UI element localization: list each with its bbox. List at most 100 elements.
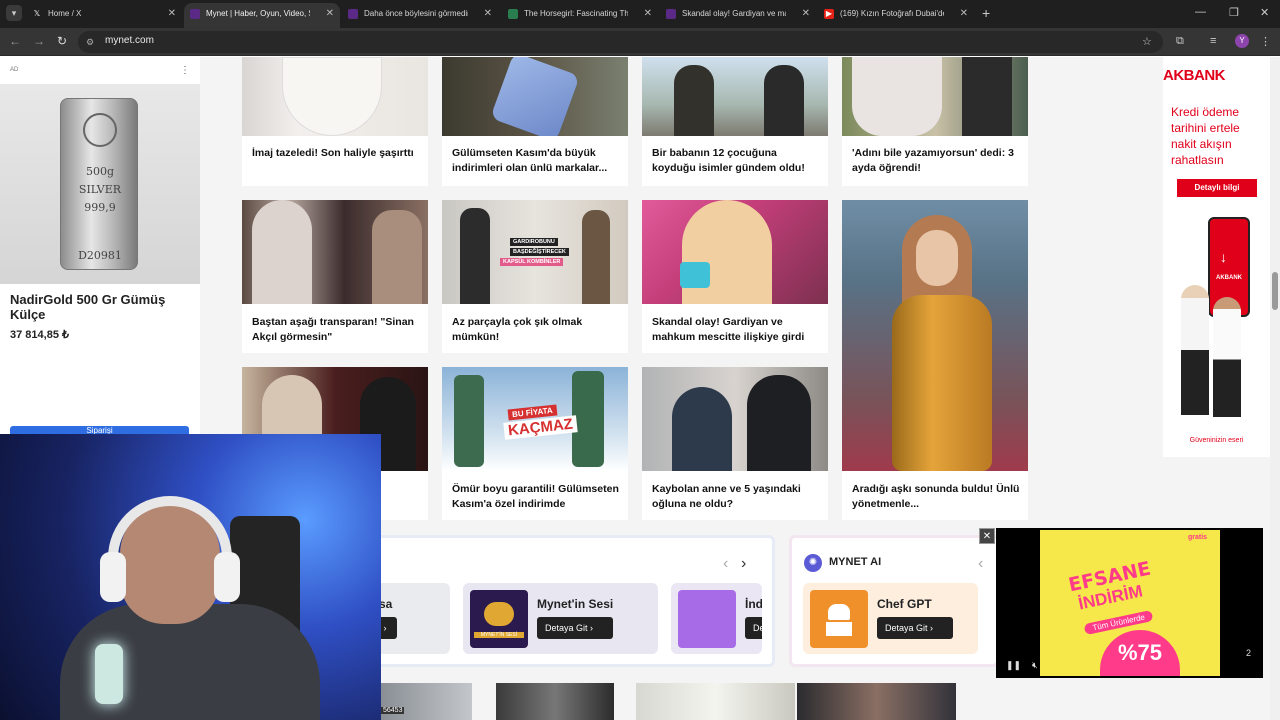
detail-button[interactable]: De — [745, 617, 762, 639]
chef-icon — [810, 590, 868, 648]
tab-label: (169) Kızın Fotoğrafı Dubai'de — [840, 9, 944, 18]
mynet-ai-widget: ✺ MYNET AI ‹ Chef GPT Detaya Git › — [789, 535, 999, 667]
news-card[interactable]: Kaybolan anne ve 5 yaşındaki oğluna ne o… — [642, 367, 828, 520]
detail-button-label: Detaya Git — [545, 623, 588, 633]
forward-icon[interactable]: → — [33, 34, 45, 48]
arrow-down-icon: ↓ — [1220, 249, 1227, 265]
news-caption: İmaj tazeledi! Son haliyle şaşırttı — [252, 147, 414, 159]
phone-brand: AKBANK — [1216, 275, 1242, 281]
url-text: mynet.com — [105, 35, 154, 46]
news-card[interactable]: BU FİYATA KAÇMAZ Ömür boyu garantili! Gü… — [442, 367, 628, 520]
ad-product-title[interactable]: NadirGold 500 Gr Gümüş Külçe — [10, 292, 190, 322]
service-card[interactable]: İnd De — [671, 583, 762, 654]
close-icon[interactable]: ✕ — [979, 528, 995, 544]
news-image — [842, 57, 1028, 136]
news-card[interactable]: Bir babanın 12 çocuğuna koyduğu isimler … — [642, 57, 828, 186]
widget-title: MYNET AI — [829, 556, 882, 568]
reload-icon[interactable]: ↻ — [57, 34, 67, 48]
news-thumbnail[interactable] — [496, 683, 614, 720]
close-icon[interactable]: ✕ — [326, 3, 334, 25]
tab-horsegirl[interactable]: The Horsegirl: Fascinating Thing ✕ — [502, 3, 658, 28]
silver-bar-image[interactable]: 500g SILVER 999,9 D20981 — [0, 84, 200, 284]
service-card[interactable]: sa › — [373, 583, 450, 654]
person-image — [1213, 297, 1241, 417]
news-card[interactable]: 'Adını bile yazamıyorsun' dedi: 3 ayda ö… — [842, 57, 1028, 186]
news-card[interactable]: Skandal olay! Gardiyan ve mahkum mescitt… — [642, 200, 828, 353]
news-card[interactable]: Gülümseten Kasım'da büyük indirimleri ol… — [442, 57, 628, 186]
tab-label: Skandal olay! Gardiyan ve mahk — [682, 9, 786, 18]
tab-label: The Horsegirl: Fascinating Thing — [524, 9, 628, 18]
extensions-icon[interactable]: ⧉ — [1176, 35, 1184, 48]
tab-label: Home / X — [48, 9, 82, 18]
tab-mynet[interactable]: Mynet | Haber, Oyun, Video, Sp ✕ — [184, 3, 340, 28]
news-image — [642, 57, 828, 136]
emblem-icon — [83, 113, 117, 147]
tab-youtube[interactable]: ▶ (169) Kızın Fotoğrafı Dubai'de ✕ — [818, 3, 974, 28]
close-icon[interactable]: ✕ — [960, 3, 968, 25]
news-card[interactable]: Baştan aşağı transparan! "Sinan Akçıl gö… — [242, 200, 428, 353]
news-caption: Az parçayla çok şık olmak mümkün! — [452, 316, 583, 343]
new-tab-button[interactable]: + — [982, 5, 990, 21]
mute-icon[interactable]: 🔇︎ — [1032, 660, 1038, 671]
ad-price: 37 814,85 ₺ — [10, 329, 69, 341]
ad-options-icon[interactable]: ⋮ — [180, 65, 190, 76]
site-info-icon[interactable]: ⚙ — [86, 36, 98, 48]
bar-weight: 500g — [85, 165, 115, 178]
mynet-icon — [348, 9, 358, 19]
close-window-icon[interactable]: ✕ — [1260, 6, 1269, 19]
service-title: İnd — [745, 597, 762, 611]
menu-icon[interactable]: ⋮ — [1260, 35, 1271, 48]
news-caption: Skandal olay! Gardiyan ve mahkum mescitt… — [652, 316, 805, 343]
close-icon[interactable]: ✕ — [484, 3, 492, 25]
news-thumbnail[interactable]: 56453 — [381, 683, 472, 720]
news-card[interactable]: Aradığı aşkı sonunda buldu! Ünlü yönetme… — [842, 200, 1028, 520]
bar-serial: D20981 — [78, 249, 122, 262]
close-icon[interactable]: ✕ — [802, 3, 810, 25]
profile-avatar[interactable]: Y — [1235, 34, 1249, 48]
ai-chip-icon: ✺ — [804, 554, 822, 572]
chevron-right-icon[interactable]: › — [741, 555, 746, 573]
bookmark-star-icon[interactable]: ☆ — [1142, 35, 1152, 48]
news-image — [842, 200, 1028, 471]
news-card[interactable]: GARDIROBUNU BAŞDEĞİŞTİRECEK KAPSÜL KOMBİ… — [442, 200, 628, 353]
media-control-icon[interactable]: ≡ — [1210, 35, 1216, 47]
service-card-chef-gpt[interactable]: Chef GPT Detaya Git › — [803, 583, 978, 654]
omnibox[interactable]: ⚙ mynet.com — [78, 31, 1163, 53]
minimize-icon[interactable]: — — [1195, 6, 1206, 18]
left-ad[interactable]: AD ⋮ 500g SILVER 999,9 D20981 NadirGold … — [0, 57, 200, 437]
news-thumbnail[interactable] — [636, 683, 795, 720]
scroll-thumb[interactable] — [1272, 272, 1278, 310]
tab-search-button[interactable]: ▾ — [6, 5, 22, 21]
news-card[interactable]: İmaj tazeledi! Son haliyle şaşırttı — [242, 57, 428, 186]
address-bar: ← → ↻ ⚙ mynet.com ☆ ⧉ ≡ ⋮ — [0, 28, 1280, 56]
detail-button[interactable]: Detaya Git › — [877, 617, 953, 639]
tab-daha-once[interactable]: Daha önce böylesini görmedin ✕ — [342, 3, 498, 28]
news-caption: Gülümseten Kasım'da büyük indirimleri ol… — [452, 147, 608, 174]
discount-badge: %75 — [1100, 630, 1180, 676]
overlay-text: KAPSÜL KOMBİNLER — [500, 258, 564, 266]
service-card-mynet-sesi[interactable]: MYNET'İN SESİ Mynet'in Sesi Detaya Git › — [463, 583, 658, 654]
bar-purity: 999,9 — [84, 201, 116, 214]
detail-button[interactable]: Detaya Git › — [537, 617, 613, 639]
overlay-text: GARDIROBUNU — [510, 238, 558, 246]
page-scrollbar[interactable] — [1270, 57, 1280, 720]
pause-icon[interactable]: ❚❚ — [1006, 660, 1021, 671]
back-icon[interactable]: ← — [9, 34, 21, 48]
video-ad[interactable]: gratis EFSANE İNDİRİM Tüm Ürünlerde %75 … — [996, 528, 1263, 678]
youtube-icon: ▶ — [824, 9, 834, 19]
tab-x[interactable]: 𝕏 Home / X ✕ — [26, 3, 182, 28]
restore-icon[interactable]: ❐ — [1229, 6, 1239, 19]
ad-label: AD — [10, 67, 19, 73]
news-image — [642, 200, 828, 304]
news-thumbnail[interactable] — [797, 683, 956, 720]
akbank-ad[interactable]: AKBANK Kredi ödeme tarihini ertele nakit… — [1163, 57, 1270, 457]
close-icon[interactable]: ✕ — [168, 3, 176, 25]
chevron-left-icon[interactable]: ‹ — [723, 555, 728, 573]
tab-skandal[interactable]: Skandal olay! Gardiyan ve mahk ✕ — [660, 3, 816, 28]
news-image — [242, 200, 428, 304]
akbank-detail-button[interactable]: Detaylı bilgi — [1177, 179, 1257, 197]
chevron-left-icon[interactable]: ‹ — [978, 555, 983, 573]
close-icon[interactable]: ✕ — [644, 3, 652, 25]
x-logo-icon: 𝕏 — [33, 9, 41, 18]
news-image — [442, 57, 628, 136]
